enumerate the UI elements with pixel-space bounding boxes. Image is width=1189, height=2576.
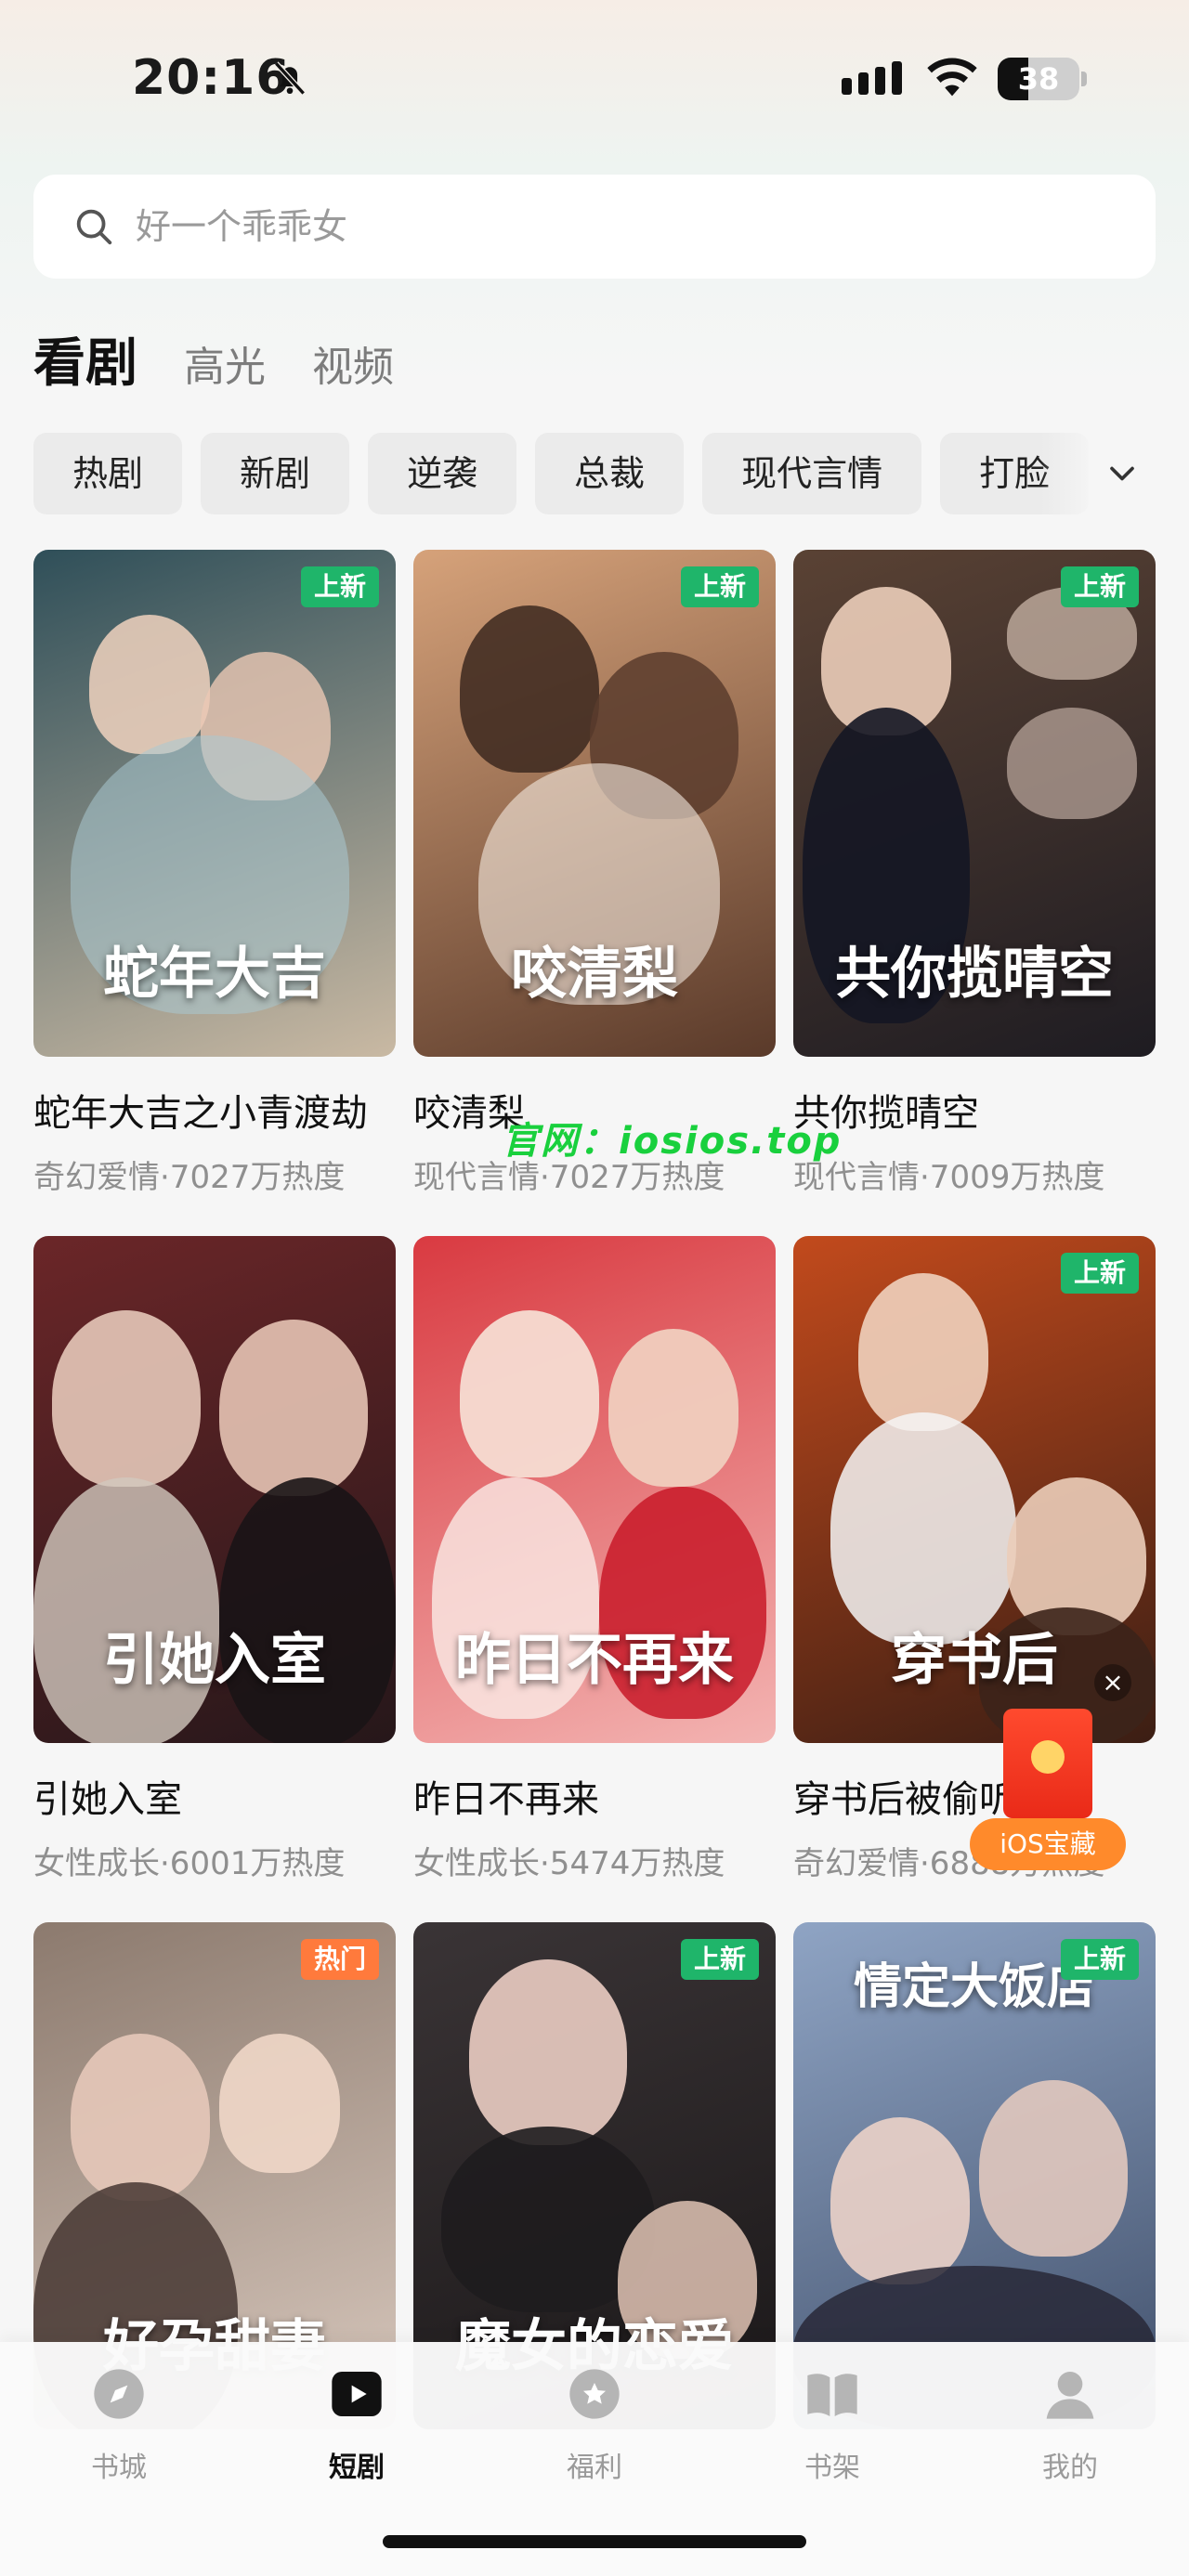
drama-title[interactable]: 引她入室 [33,1769,396,1823]
chip-new[interactable]: 新剧 [201,433,350,514]
nav-mine[interactable]: 我的 [996,2364,1144,2485]
drama-card[interactable]: 蛇年大吉 上新 蛇年大吉之小青渡劫 奇幻爱情·7027万热度 [33,550,396,1197]
new-badge: 上新 [1060,566,1139,607]
drama-meta: 奇幻爱情·7027万热度 [33,1159,346,1196]
drama-card[interactable]: 穿书后 上新 穿书后被偷听心声 奇幻爱情·6888万热度 [793,1236,1156,1883]
search-input[interactable] [136,206,1065,247]
new-badge: 上新 [1060,1939,1139,1980]
cellular-signal-icon [842,61,902,95]
tab-watch-drama[interactable]: 看剧 [33,321,137,397]
drama-grid: 蛇年大吉 上新 蛇年大吉之小青渡劫 奇幻爱情·7027万热度 咬清梨 上新 咬清… [33,550,1156,2429]
chip-counterattack[interactable]: 逆袭 [368,433,517,514]
new-badge: 上新 [1060,1253,1139,1294]
drama-poster[interactable]: 蛇年大吉 上新 [33,550,396,1057]
drama-title[interactable]: 蛇年大吉之小青渡劫 [33,1083,396,1137]
content-tabs: 看剧 高光 视频 [33,321,394,397]
close-icon[interactable]: × [1094,1664,1131,1701]
battery-icon: 38 [998,58,1087,100]
drama-card[interactable]: 咬清梨 上新 咬清梨 现代言情·7027万热度 [413,550,776,1197]
new-badge: 上新 [680,566,759,607]
tab-videos[interactable]: 视频 [312,333,394,393]
new-badge: 上新 [300,566,379,607]
drama-card[interactable]: 昨日不再来 昨日不再来 女性成长·5474万热度 [413,1236,776,1883]
drama-meta: 女性成长·6001万热度 [33,1845,346,1882]
chip-ceo[interactable]: 总裁 [535,433,685,514]
gift-icon [569,2369,620,2419]
book-icon [807,2374,857,2416]
nav-bookstore[interactable]: 书城 [45,2364,193,2485]
person-icon [1046,2372,1094,2419]
bell-muted-icon [274,61,306,96]
drama-title[interactable]: 穿书后被偷听心声 [793,1769,1156,1823]
search-icon [76,209,112,245]
home-indicator[interactable] [383,2535,806,2548]
category-chips: 热剧 新剧 逆袭 总裁 现代言情 打脸 [33,433,1189,514]
drama-poster[interactable]: 昨日不再来 [413,1236,776,1743]
drama-card[interactable]: 引她入室 引她入室 女性成长·6001万热度 [33,1236,396,1883]
drama-meta: 现代言情·7009万热度 [793,1159,1105,1196]
drama-title[interactable]: 共你揽晴空 [793,1083,1156,1137]
red-packet-icon[interactable] [1003,1709,1092,1818]
watermark-text: 官网：iosios.top [502,1120,843,1163]
drama-card[interactable]: 共你揽晴空 上新 共你揽晴空 现代言情·7009万热度 [793,550,1156,1197]
nav-bookshelf[interactable]: 书架 [758,2364,907,2485]
drama-poster[interactable]: 引她入室 [33,1236,396,1743]
status-time: 20:16 [132,50,291,106]
wifi-icon [927,58,977,97]
tab-highlights[interactable]: 高光 [184,333,266,393]
status-bar: 20:16 38 [0,0,1189,158]
hot-badge: 热门 [300,1939,379,1980]
play-icon [332,2372,382,2416]
chip-modern-romance[interactable]: 现代言情 [702,433,922,514]
compass-icon [94,2369,144,2419]
search-bar[interactable] [33,175,1156,279]
chip-hot[interactable]: 热剧 [33,433,183,514]
drama-title[interactable]: 昨日不再来 [413,1769,776,1823]
chevron-down-icon[interactable] [1102,453,1143,494]
drama-poster[interactable]: 咬清梨 上新 [413,550,776,1057]
nav-welfare[interactable]: 福利 [520,2364,669,2485]
new-badge: 上新 [680,1939,759,1980]
drama-meta: 女性成长·5474万热度 [413,1845,725,1882]
nav-short-drama[interactable]: 短剧 [282,2364,431,2485]
floating-promo-label[interactable]: iOS宝藏 [970,1818,1126,1870]
drama-poster[interactable]: 共你揽晴空 上新 [793,550,1156,1057]
